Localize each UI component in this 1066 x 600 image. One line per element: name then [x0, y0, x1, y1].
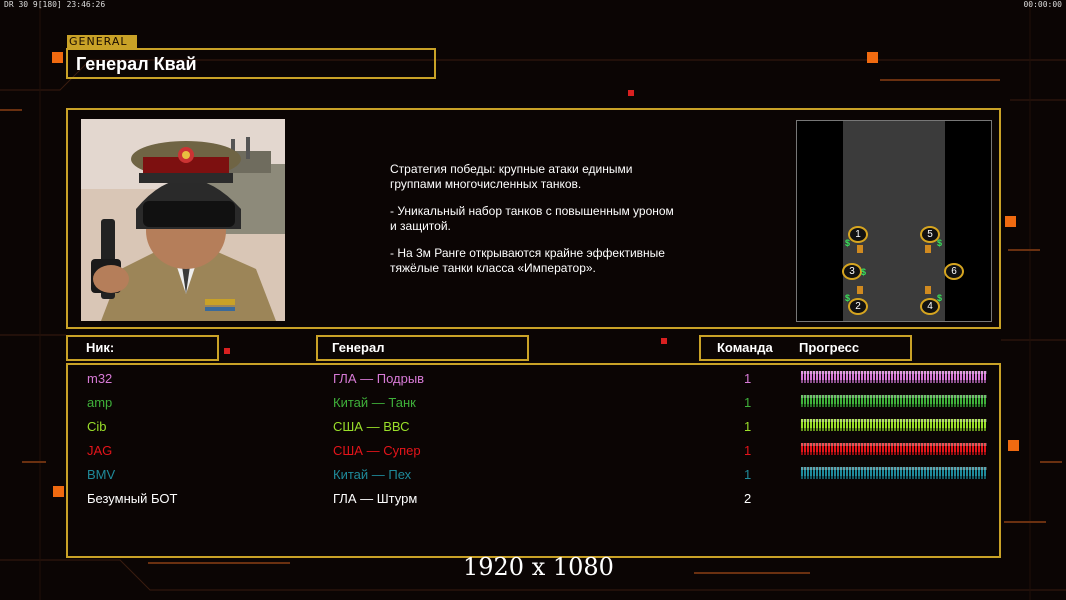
player-nick: JAG: [87, 443, 113, 458]
description-line: Стратегия победы: крупные атаки едиными …: [390, 162, 633, 191]
column-header-nick: Ник:: [86, 340, 115, 355]
general-portrait: [81, 119, 285, 321]
player-row[interactable]: BMV Китай — Пех 1: [68, 463, 999, 487]
progress-bar: [801, 419, 987, 431]
players-panel: m32 ГЛА — Подрыв 1 amp Китай — Танк 1 Cib США —…: [66, 363, 1001, 558]
general-tag: GENERAL: [67, 35, 137, 48]
hud-clock: 00:00:00: [1023, 0, 1062, 9]
player-general: ГЛА — Штурм: [333, 491, 418, 506]
player-general: США — Супер: [333, 443, 421, 458]
orange-square-decoration: [1005, 216, 1016, 227]
player-team: 1: [744, 443, 752, 458]
column-header-team: Команда: [717, 340, 773, 355]
progress-bar: [801, 371, 987, 383]
progress-bar: [801, 467, 987, 479]
oil-derrick-icon: [857, 245, 863, 253]
column-header-nick-box: Ник:: [66, 335, 219, 361]
player-team: 1: [744, 395, 752, 410]
column-header-progress: Прогресс: [799, 340, 860, 355]
player-general: США — ВВС: [333, 419, 410, 434]
red-square-decoration: [224, 348, 230, 354]
player-nick: Cib: [87, 419, 107, 434]
player-team: 1: [744, 419, 752, 434]
cash-icon: $: [937, 238, 943, 248]
column-header-general: Генерал: [332, 340, 385, 355]
orange-square-decoration: [52, 52, 63, 63]
general-info-panel: Стратегия победы: крупные атаки едиными …: [66, 108, 1001, 329]
progress-bar: [801, 395, 987, 407]
description-line: - Уникальный набор танков с повышенным у…: [390, 204, 674, 233]
player-row[interactable]: Cib США — ВВС 1: [68, 415, 999, 439]
player-nick: Безумный БОТ: [87, 491, 178, 506]
general-title-box: Генерал Квай: [66, 48, 436, 79]
column-header-team-progress-box: Команда Прогресс: [699, 335, 912, 361]
progress-bar: [801, 443, 987, 455]
player-nick: BMV: [87, 467, 116, 482]
player-row[interactable]: JAG США — Супер 1: [68, 439, 999, 463]
description-line: - На 3м Ранге открываются крайне эффекти…: [390, 246, 665, 275]
orange-square-decoration: [53, 486, 64, 497]
cash-icon: $: [937, 293, 943, 303]
player-general: Китай — Пех: [333, 467, 412, 482]
player-general: ГЛА — Подрыв: [333, 371, 425, 386]
oil-derrick-icon: [925, 245, 931, 253]
start-slot-2[interactable]: 2: [848, 298, 868, 315]
cash-icon: $: [845, 293, 851, 303]
map-preview[interactable]: 1 5 3 6 2 4 $ $ $ $ $: [796, 120, 992, 322]
player-row[interactable]: Безумный БОТ ГЛА — Штурм 2: [68, 487, 999, 511]
red-square-decoration: [661, 338, 667, 344]
oil-derrick-icon: [857, 286, 863, 294]
start-slot-6[interactable]: 6: [944, 263, 964, 280]
orange-square-decoration: [867, 52, 878, 63]
player-row[interactable]: amp Китай — Танк 1: [68, 391, 999, 415]
red-square-decoration: [628, 90, 634, 96]
player-nick: amp: [87, 395, 113, 410]
player-nick: m32: [87, 371, 113, 386]
player-row[interactable]: m32 ГЛА — Подрыв 1: [68, 367, 999, 391]
general-title: Генерал Квай: [76, 54, 197, 74]
resolution-label: 1920 x 1080: [463, 553, 614, 581]
orange-square-decoration: [1008, 440, 1019, 451]
strategy-description: Стратегия победы: крупные атаки едиными …: [390, 162, 710, 288]
player-team: 1: [744, 371, 752, 386]
player-team: 1: [744, 467, 752, 482]
hud-status-left: DR 30 9[180] 23:46:26: [4, 0, 106, 9]
oil-derrick-icon: [925, 286, 931, 294]
start-slot-1[interactable]: 1: [848, 226, 868, 243]
player-team: 2: [744, 491, 752, 506]
cash-icon: $: [861, 267, 867, 277]
cash-icon: $: [845, 238, 851, 248]
player-general: Китай — Танк: [333, 395, 416, 410]
column-header-general-box: Генерал: [316, 335, 529, 361]
start-slot-3[interactable]: 3: [842, 263, 862, 280]
